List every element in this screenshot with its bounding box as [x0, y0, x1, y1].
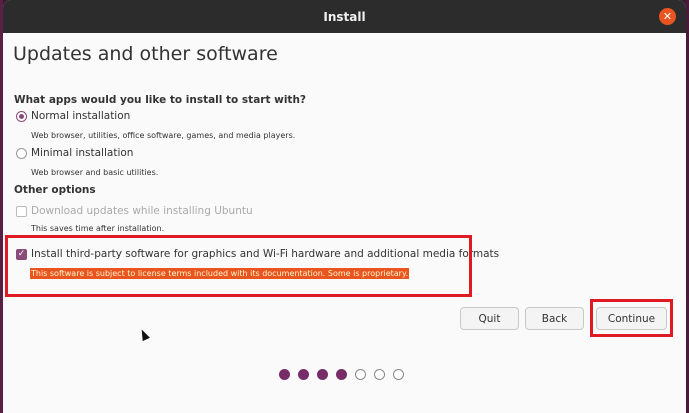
page-title: Updates and other software [13, 43, 278, 65]
progress-dot-pending [355, 369, 366, 380]
progress-dot-pending [374, 369, 385, 380]
apps-question: What apps would you like to install to s… [14, 94, 307, 106]
highlight-third-party [5, 235, 472, 297]
download-updates-desc: This saves time after installation. [31, 224, 165, 233]
back-button[interactable]: Back [525, 307, 584, 330]
radio-checked-icon[interactable] [16, 110, 27, 122]
mouse-cursor-icon [138, 327, 150, 342]
installer-window: Install ✕ Updates and other software Wha… [3, 0, 686, 413]
checkbox-disabled-icon[interactable] [16, 205, 27, 217]
window-title: Install [323, 9, 366, 24]
close-icon[interactable]: ✕ [659, 8, 676, 25]
minimal-installation-desc: Web browser and basic utilities. [31, 168, 159, 177]
highlight-continue [590, 299, 673, 337]
quit-button[interactable]: Quit [460, 307, 519, 330]
minimal-installation-label: Minimal installation [31, 147, 134, 159]
minimal-installation-radio[interactable]: Minimal installation [16, 147, 133, 159]
radio-unchecked-icon[interactable] [16, 147, 27, 159]
progress-dot-pending [393, 369, 404, 380]
normal-installation-desc: Web browser, utilities, office software,… [31, 131, 296, 140]
progress-dot-done [298, 369, 309, 380]
other-options-heading: Other options [14, 184, 96, 196]
progress-dot-done [279, 369, 290, 380]
download-updates-checkbox[interactable]: Download updates while installing Ubuntu [16, 205, 253, 217]
download-updates-label: Download updates while installing Ubuntu [31, 205, 253, 217]
title-bar[interactable]: Install ✕ [3, 0, 686, 33]
progress-dots [279, 369, 404, 380]
progress-dot-done [336, 369, 347, 380]
normal-installation-label: Normal installation [31, 110, 131, 122]
main-content: Updates and other software What apps wou… [3, 33, 686, 413]
progress-dot-done [317, 369, 328, 380]
normal-installation-radio[interactable]: Normal installation [16, 110, 130, 122]
